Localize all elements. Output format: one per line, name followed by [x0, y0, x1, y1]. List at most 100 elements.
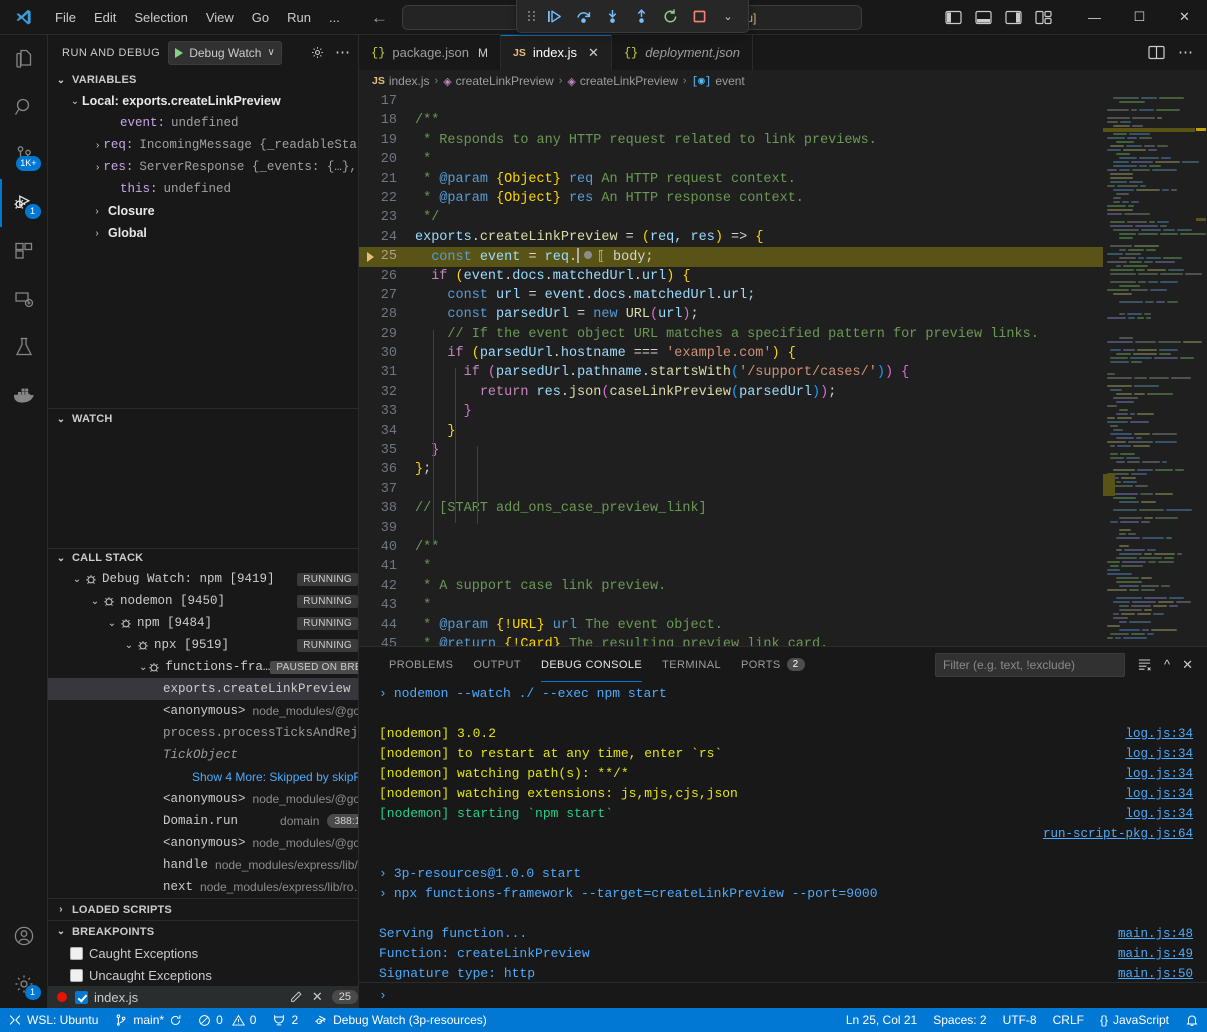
close-icon[interactable]: ✕	[588, 45, 599, 61]
chevron-right-icon[interactable]: ›	[90, 206, 104, 217]
activity-extensions[interactable]	[0, 227, 48, 275]
breakpoint-row[interactable]: Caught Exceptions	[48, 942, 358, 964]
callstack-frame-row[interactable]: Domain.run domain 388:15	[48, 810, 358, 832]
split-editor-icon[interactable]	[1148, 45, 1165, 60]
toggle-secondary-sidebar-icon[interactable]	[1005, 10, 1022, 25]
tab-problems[interactable]: PROBLEMS	[379, 647, 463, 682]
activity-remote-explorer[interactable]	[0, 275, 48, 323]
status-language-mode[interactable]: {} JavaScript	[1092, 1008, 1177, 1032]
callstack-frame-row[interactable]: process.processTicksAndRejections	[48, 722, 358, 744]
chevron-down-icon[interactable]: ⌄	[88, 596, 102, 607]
chevron-right-icon[interactable]: ›	[96, 162, 99, 173]
code-line[interactable]: 22 * @param {Object} res An HTTP respons…	[359, 189, 1103, 208]
status-notifications[interactable]	[1177, 1008, 1207, 1032]
activity-source-control[interactable]: 1K+	[0, 131, 48, 179]
activity-accounts[interactable]	[0, 912, 48, 960]
code-line[interactable]: 28 const parsedUrl = new URL(url);	[359, 305, 1103, 324]
breadcrumb-symbol[interactable]: [◉] event	[692, 74, 745, 88]
console-source-link[interactable]: log.js:34	[1125, 804, 1193, 824]
code-line[interactable]: 34 }	[359, 422, 1103, 441]
variables-scope-row[interactable]: ⌄ Local: exports.createLinkPreview	[48, 90, 358, 112]
code-line[interactable]: 17	[359, 92, 1103, 111]
chevron-down-icon[interactable]: ⌄	[70, 574, 84, 585]
status-problems-indicator[interactable]: 0 0	[190, 1008, 264, 1032]
customize-layout-icon[interactable]	[1035, 10, 1052, 25]
more-debug-actions[interactable]: ⌄	[715, 4, 741, 28]
code-line[interactable]: 43 *	[359, 596, 1103, 615]
code-line[interactable]: 42 * A support case link preview.	[359, 577, 1103, 596]
code-line[interactable]: 26 if (event.docs.matchedUrl.url) {	[359, 267, 1103, 286]
activity-testing[interactable]	[0, 323, 48, 371]
menu-run[interactable]: Run	[278, 7, 320, 28]
activity-manage[interactable]: 1	[0, 960, 48, 1008]
tab-terminal[interactable]: TERMINAL	[652, 647, 731, 682]
callstack-show-more-row[interactable]: Show 4 More: Skipped by skipFiles	[48, 766, 358, 788]
pencil-icon[interactable]	[289, 990, 303, 1004]
console-source-link[interactable]: log.js:34	[1125, 744, 1193, 764]
console-source-link[interactable]: log.js:34	[1125, 764, 1193, 784]
section-watch-header[interactable]: ⌄ WATCH	[48, 408, 358, 428]
callstack-frame-row[interactable]: TickObject	[48, 744, 358, 766]
code-line[interactable]: 25 const event = req.⟦ body;	[359, 247, 1103, 266]
code-line[interactable]: 18/**	[359, 111, 1103, 130]
tab-index-js[interactable]: JS index.js ✕	[501, 35, 612, 70]
window-close-button[interactable]: ✕	[1162, 0, 1207, 35]
toggle-primary-sidebar-icon[interactable]	[945, 10, 962, 25]
breakpoint-row[interactable]: Uncaught Exceptions	[48, 964, 358, 986]
status-branch-indicator[interactable]: main*	[106, 1008, 190, 1032]
variable-row[interactable]: event: undefined	[48, 112, 358, 134]
callstack-session-row[interactable]: ⌄ npx [9519] RUNNING	[48, 634, 358, 656]
callstack-session-row[interactable]: ⌄ Debug Watch: npm [9419] RUNNING	[48, 568, 358, 590]
menu-more[interactable]: ...	[320, 7, 349, 28]
minimap[interactable]	[1103, 92, 1207, 646]
code-line[interactable]: 37	[359, 480, 1103, 499]
suggestion-icon[interactable]: ⟦	[597, 249, 605, 264]
menu-file[interactable]: File	[46, 7, 85, 28]
breadcrumb-file[interactable]: JS index.js	[372, 74, 430, 88]
show-more-link[interactable]: Show 4 More: Skipped by skipFiles	[192, 770, 358, 784]
code-line[interactable]: 39	[359, 519, 1103, 538]
code-line[interactable]: 35 }	[359, 441, 1103, 460]
arrow-left-icon[interactable]: ←	[371, 9, 388, 26]
close-panel-icon[interactable]: ✕	[1182, 657, 1193, 673]
continue-button[interactable]	[541, 4, 567, 28]
variable-scope-global[interactable]: › Global	[48, 222, 358, 244]
step-over-button[interactable]	[570, 4, 596, 28]
chevron-down-icon[interactable]: ⌄	[122, 640, 136, 651]
tab-deployment-json[interactable]: {} deployment.json	[612, 35, 753, 70]
more-actions-icon[interactable]: ⋯	[1178, 49, 1193, 57]
breakpoint-checkbox[interactable]	[75, 991, 88, 1004]
menu-edit[interactable]: Edit	[85, 7, 125, 28]
breakpoint-row[interactable]: index.js ✕ 25	[48, 986, 358, 1008]
status-eol[interactable]: CRLF	[1045, 1008, 1092, 1032]
callstack-frame-row[interactable]: <anonymous> node_modules/@go…	[48, 788, 358, 810]
activity-docker[interactable]	[0, 371, 48, 419]
code-line[interactable]: 41 *	[359, 557, 1103, 576]
code-line[interactable]: 27 const url = event.docs.matchedUrl.url…	[359, 286, 1103, 305]
code-line[interactable]: 24exports.createLinkPreview = (req, res)…	[359, 228, 1103, 247]
code-line[interactable]: 38// [START add_ons_case_preview_link]	[359, 499, 1103, 518]
chevron-down-icon[interactable]: ⌄	[139, 662, 147, 673]
activity-search[interactable]	[0, 83, 48, 131]
menu-selection[interactable]: Selection	[125, 7, 196, 28]
code-line[interactable]: 20 *	[359, 150, 1103, 169]
code-line[interactable]: 40/**	[359, 538, 1103, 557]
status-encoding[interactable]: UTF-8	[995, 1008, 1045, 1032]
variable-row[interactable]: this: undefined	[48, 178, 358, 200]
code-line[interactable]: 29 // If the event object URL matches a …	[359, 325, 1103, 344]
code-editor[interactable]: 1718/**19 * Responds to any HTTP request…	[359, 92, 1103, 646]
console-source-link[interactable]: main.js:49	[1118, 944, 1193, 964]
variable-row[interactable]: › res: ServerResponse {_events: {…}, _e…	[48, 156, 358, 178]
chevron-up-icon[interactable]: ^	[1164, 657, 1170, 672]
status-indentation[interactable]: Spaces: 2	[925, 1008, 994, 1032]
status-ports-indicator[interactable]: 2	[264, 1008, 306, 1032]
tab-debug-console[interactable]: DEBUG CONSOLE	[531, 647, 652, 682]
toggle-panel-icon[interactable]	[975, 10, 992, 25]
status-remote-indicator[interactable]: WSL: Ubuntu	[0, 1008, 106, 1032]
variable-row[interactable]: › req: IncomingMessage {_readableState:…	[48, 134, 358, 156]
section-loaded-scripts-header[interactable]: › LOADED SCRIPTS	[48, 898, 358, 920]
tab-output[interactable]: OUTPUT	[463, 647, 531, 682]
callstack-frame-row[interactable]: handle node_modules/express/lib/…	[48, 854, 358, 876]
code-line[interactable]: 31 if (parsedUrl.pathname.startsWith('/s…	[359, 363, 1103, 382]
status-debug-session[interactable]: Debug Watch (3p-resources)	[306, 1008, 495, 1032]
